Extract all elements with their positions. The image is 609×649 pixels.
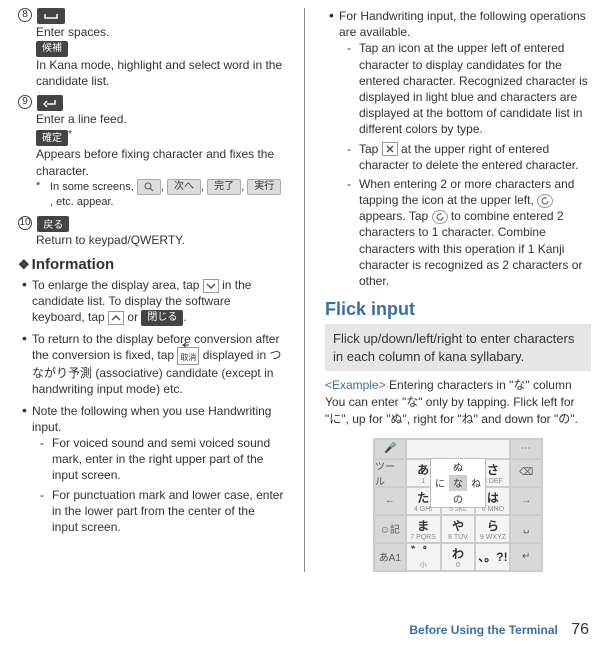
list-item-9: 9 Enter a line feed. 確定* Appears before … [18, 95, 284, 209]
space-key-icon [37, 8, 65, 24]
list-item-8: 8 Enter spaces. 候補 In Kana mode, highlig… [18, 8, 284, 89]
confirm-key: 確定 [36, 130, 68, 146]
keypad-key: 、。?! [475, 543, 510, 571]
information-heading: ❖Information [18, 256, 284, 273]
keypad-illustration: 🎤 ⋯ ツールあ1か2 ABCさ3 DEF⌫←た4 GHIな5 JKLぬになねの… [373, 438, 543, 572]
column-divider [304, 8, 305, 572]
sub-item: Tap at the upper right of entered charac… [347, 141, 591, 173]
keypad-func-key: ☺記 [374, 515, 406, 543]
sub-item: Tap an icon at the upper left of entered… [347, 40, 591, 137]
info-bullet: Note the following when you use Handwrit… [22, 403, 284, 536]
more-icon: ⋯ [510, 439, 542, 459]
keypad-func-key: ← [374, 487, 406, 515]
combine-icon [432, 210, 448, 224]
mic-icon: 🎤 [374, 439, 406, 459]
keypad-key: な5 JKLぬになねの [441, 487, 476, 515]
keypad-key: ら9 WXYZ [475, 515, 510, 543]
flick-input-summary: Flick up/down/left/right to enter charac… [325, 324, 591, 371]
item-number: 9 [18, 95, 32, 109]
enter-key-icon [37, 95, 63, 111]
keypad-key: ま7 PQRS [406, 515, 441, 543]
delete-x-icon [382, 142, 398, 156]
item-text: Return to keypad/QWERTY. [36, 232, 284, 248]
chevron-down-icon [203, 279, 219, 293]
item-text: In Kana mode, highlight and select word … [36, 57, 284, 89]
info-bullet: For Handwriting input, the following ope… [329, 8, 591, 289]
list-item-10: 10 戻る Return to keypad/QWERTY. [18, 216, 284, 248]
search-key-icon [137, 179, 161, 195]
example-label: <Example> [325, 378, 386, 392]
done-key: 完了 [207, 179, 241, 195]
sub-item: For punctuation mark and lower case, ent… [40, 487, 284, 536]
example-block: <Example> Entering characters in "な" col… [325, 377, 591, 427]
item-text: Enter a line feed. [36, 111, 284, 127]
footnote-star: * [68, 129, 72, 140]
right-column: For Handwriting input, the following ope… [325, 8, 591, 572]
page-footer: Before Using the Terminal 76 [409, 621, 589, 639]
diamond-icon: ❖ [18, 257, 30, 272]
example-body: You can enter "な" only by tapping. Flick… [325, 394, 591, 428]
page-number: 76 [571, 621, 589, 638]
item-text: Enter spaces. [36, 24, 284, 40]
keypad-key: や8 TUV [441, 515, 476, 543]
info-bullets: To enlarge the display area, tap in the … [22, 277, 284, 535]
footnote: In some screens, , 次へ, 完了, 実行 , etc. app… [36, 179, 284, 210]
back-key: 戻る [37, 216, 69, 232]
page-content: 8 Enter spaces. 候補 In Kana mode, highlig… [0, 0, 609, 572]
sub-item: When entering 2 or more characters and t… [347, 176, 591, 289]
left-column: 8 Enter spaces. 候補 In Kana mode, highlig… [18, 8, 284, 572]
keypad-func-key: ⌫ [510, 459, 542, 487]
keypad-func-key: ツール [374, 459, 406, 487]
info-bullet: To return to the display before conversi… [22, 331, 284, 398]
keypad-func-key: あA1 [374, 543, 406, 571]
candidate-key: 候補 [36, 41, 68, 57]
keypad-func-key: ↵ [510, 543, 542, 571]
item-text: Appears before fixing character and fixe… [36, 146, 284, 178]
info-bullet: To enlarge the display area, tap in the … [22, 277, 284, 326]
keypad-func-key: ␣ [510, 515, 542, 543]
keypad-key: ゛゜小 [406, 543, 441, 571]
chevron-up-icon [108, 311, 124, 325]
flick-popup: ぬになねの [430, 458, 486, 508]
sub-item: For voiced sound and semi voiced sound m… [40, 435, 284, 484]
keypad-func-key: → [510, 487, 542, 515]
item-number: 8 [18, 8, 32, 22]
execute-key: 実行 [247, 179, 281, 195]
next-key: 次へ [167, 179, 201, 195]
keypad-key: わ0 [441, 543, 476, 571]
cancel-convert-icon: 取消 [177, 347, 199, 365]
combine-icon [537, 194, 553, 208]
item-number: 10 [18, 216, 32, 230]
flick-input-heading: Flick input [325, 299, 591, 320]
close-key: 閉じる [141, 310, 183, 326]
